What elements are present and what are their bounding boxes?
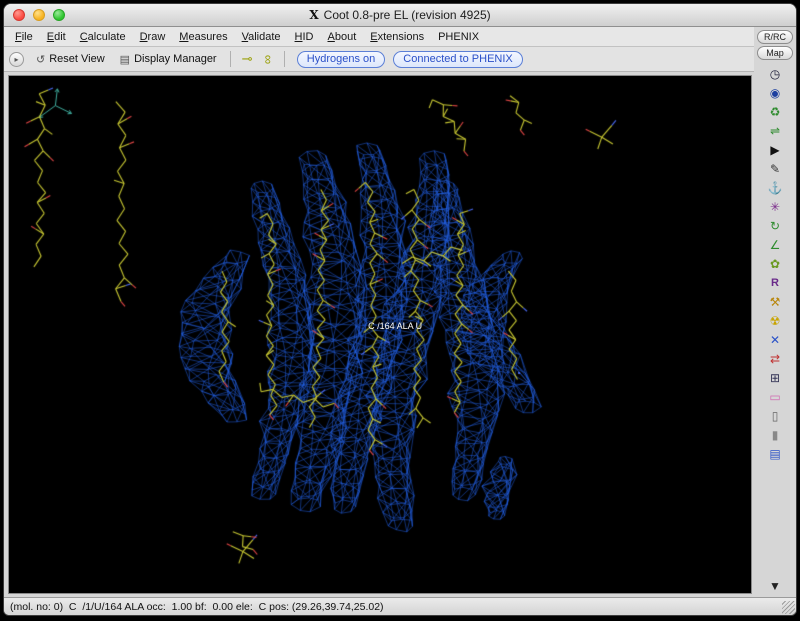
minimize-button[interactable] xyxy=(33,9,45,21)
display-manager-label: Display Manager xyxy=(134,53,217,65)
rgb-display-icon[interactable]: ▤ xyxy=(766,446,784,462)
map-button[interactable]: Map xyxy=(757,46,793,60)
angle-icon[interactable]: ∠ xyxy=(766,237,784,253)
menu-item-draw[interactable]: Draw xyxy=(133,31,173,43)
toolbar-separator xyxy=(284,51,285,67)
toolbar-overflow-button[interactable]: ▸ xyxy=(9,52,24,67)
status-text: (mol. no: 0) C /1/U/164 ALA occ: 1.00 bf… xyxy=(4,601,384,613)
clock-icon[interactable]: ◷ xyxy=(766,66,784,82)
toolbar: ▸ ↺ Reset View ▤ Display Manager ⊸ ∞ Hyd… xyxy=(4,47,754,72)
blue-cross-icon[interactable]: ✕ xyxy=(766,332,784,348)
anchor-icon[interactable]: ⚓ xyxy=(766,180,784,196)
zoom-button[interactable] xyxy=(53,9,65,21)
reset-view-label: Reset View xyxy=(49,53,104,65)
asterisk-icon[interactable]: ✳ xyxy=(766,199,784,215)
letter-r-icon[interactable]: R xyxy=(766,275,784,291)
resize-grip[interactable] xyxy=(782,601,795,614)
menu-item-edit[interactable]: Edit xyxy=(40,31,73,43)
menu-item-file[interactable]: File xyxy=(8,31,40,43)
main-column: File Edit Calculate Draw Measures Valida… xyxy=(4,27,754,597)
menu-item-hid[interactable]: HID xyxy=(288,31,321,43)
flower-icon[interactable]: ✿ xyxy=(766,256,784,272)
menu-bar: File Edit Calculate Draw Measures Valida… xyxy=(4,27,754,47)
window-title: Coot 0.8-pre EL (revision 4925) xyxy=(324,8,491,22)
traffic-lights xyxy=(13,9,65,21)
equilibrium-icon[interactable]: ⇌ xyxy=(766,123,784,139)
menu-item-extensions[interactable]: Extensions xyxy=(363,31,431,43)
menu-item-validate[interactable]: Validate xyxy=(235,31,288,43)
rrc-button[interactable]: R/RC xyxy=(757,30,793,44)
pencil-icon[interactable]: ✎ xyxy=(766,161,784,177)
close-button[interactable] xyxy=(13,9,25,21)
molecular-viewport[interactable] xyxy=(9,76,751,593)
menu-item-measures[interactable]: Measures xyxy=(172,31,234,43)
display-manager-button[interactable]: ▤ Display Manager xyxy=(114,51,223,68)
reset-view-button[interactable]: ↺ Reset View xyxy=(30,51,111,68)
phenix-connection-button[interactable]: Connected to PHENIX xyxy=(393,51,522,68)
trash-icon[interactable]: ▯ xyxy=(766,408,784,424)
radiation-icon[interactable]: ☢ xyxy=(766,313,784,329)
hydrogens-toggle-button[interactable]: Hydrogens on xyxy=(297,51,386,68)
eraser-icon[interactable]: ▭ xyxy=(766,389,784,405)
stereo-mode-icon[interactable]: ∞ xyxy=(261,50,276,67)
recycle-icon[interactable]: ♻ xyxy=(766,104,784,120)
atom-label: C /164 ALA U xyxy=(368,321,422,331)
menu-item-about[interactable]: About xyxy=(321,31,364,43)
menu-item-phenix[interactable]: PHENIX xyxy=(431,31,486,43)
status-bar: (mol. no: 0) C /1/U/164 ALA occ: 1.00 bf… xyxy=(4,597,796,615)
swap-arrows-icon[interactable]: ⇄ xyxy=(766,351,784,367)
side-toolbar: R/RC Map ◷ ◉ ♻ ⇌ ▶ ✎ ⚓ ✳ ↻ ∠ ✿ R ⚒ ☢ ✕ ⇄… xyxy=(754,27,796,597)
toolbar-separator xyxy=(230,51,231,67)
title-bar[interactable]: X Coot 0.8-pre EL (revision 4925) xyxy=(4,4,796,27)
loop-arrow-icon[interactable]: ↻ xyxy=(766,218,784,234)
window-body: File Edit Calculate Draw Measures Valida… xyxy=(4,27,796,597)
viewport-frame: C /164 ALA U xyxy=(8,75,752,594)
play-icon[interactable]: ▶ xyxy=(766,142,784,158)
sphere-icon[interactable]: ◉ xyxy=(766,85,784,101)
menu-item-calculate[interactable]: Calculate xyxy=(73,31,133,43)
reset-view-icon: ↺ xyxy=(36,53,45,66)
go-to-atom-icon[interactable]: ⊸ xyxy=(238,51,257,67)
scroll-down-icon[interactable]: ▼ xyxy=(766,578,784,594)
window-title-area: X Coot 0.8-pre EL (revision 4925) xyxy=(4,8,796,22)
display-manager-icon: ▤ xyxy=(120,53,130,66)
x11-icon: X xyxy=(309,8,318,22)
plus-box-icon[interactable]: ⊞ xyxy=(766,370,784,386)
coot-window: X Coot 0.8-pre EL (revision 4925) File E… xyxy=(3,3,797,616)
modelling-icon-strip: ◷ ◉ ♻ ⇌ ▶ ✎ ⚓ ✳ ↻ ∠ ✿ R ⚒ ☢ ✕ ⇄ ⊞ ▭ ▯ ▮ xyxy=(766,66,784,578)
hammers-icon[interactable]: ⚒ xyxy=(766,294,784,310)
cylinder-icon[interactable]: ▮ xyxy=(766,427,784,443)
